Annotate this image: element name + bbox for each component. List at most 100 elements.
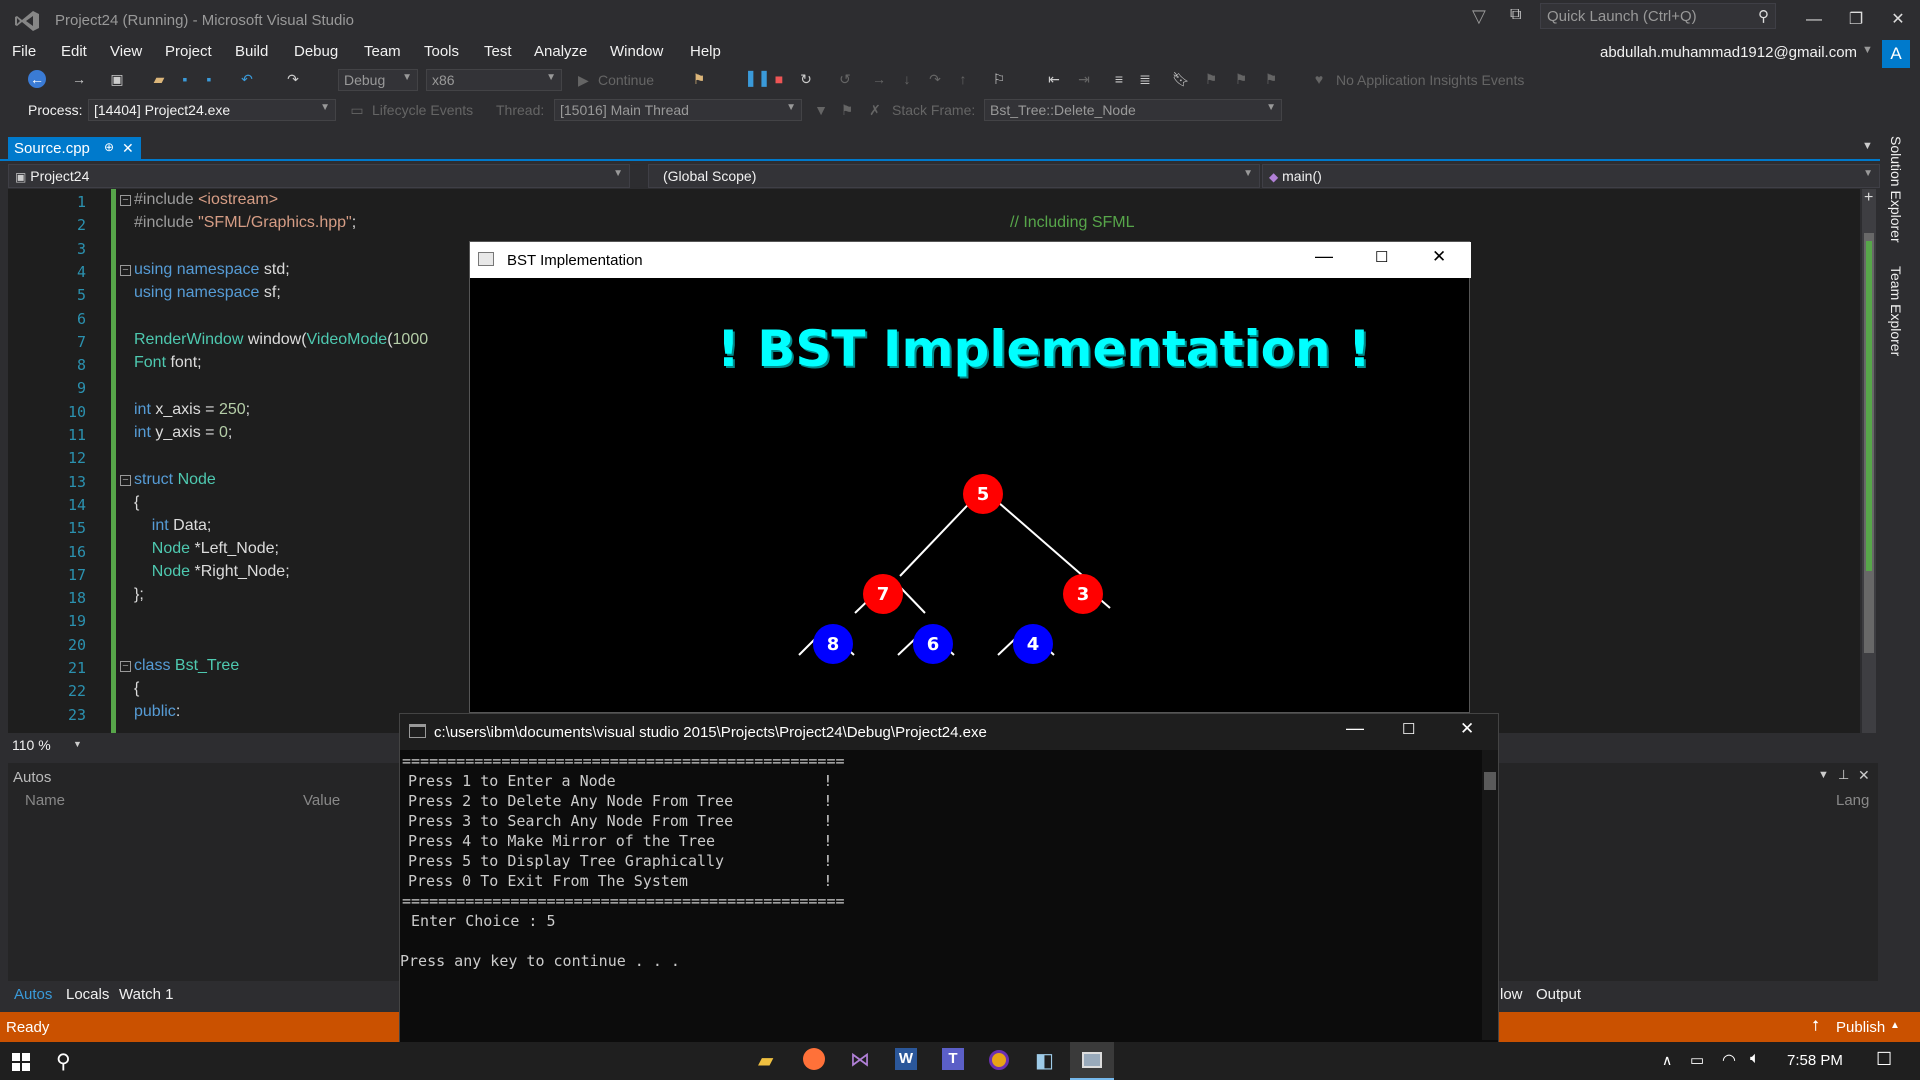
maximize-button[interactable]: ☐: [1402, 720, 1415, 738]
tab-watch[interactable]: Watch 1: [119, 986, 173, 1003]
publish-button[interactable]: Publish: [1836, 1019, 1885, 1036]
app-circle-icon[interactable]: [989, 1050, 1009, 1070]
continue-icon[interactable]: ▶: [578, 72, 589, 89]
stack-frame-select[interactable]: Bst_Tree::Delete_Node ▼: [984, 99, 1282, 121]
bookmark-next-icon[interactable]: ⇥: [1075, 70, 1093, 88]
bookmark-toggle-icon[interactable]: ⚑: [1232, 70, 1250, 88]
undo-icon[interactable]: ↶: [238, 70, 256, 88]
menu-build[interactable]: Build: [235, 43, 268, 60]
platform-select[interactable]: x86 ▼: [426, 69, 562, 91]
filter-threads-icon[interactable]: ▼: [812, 101, 830, 119]
save-all-icon[interactable]: ▪: [200, 70, 218, 88]
tab-autos[interactable]: Autos: [14, 986, 52, 1003]
menu-test[interactable]: Test: [484, 43, 512, 60]
word-icon[interactable]: W: [895, 1048, 917, 1070]
show-flagged-icon[interactable]: ✗: [866, 101, 884, 119]
clock[interactable]: 7:58 PM: [1787, 1052, 1843, 1069]
continue-button[interactable]: Continue: [598, 72, 654, 88]
teams-icon[interactable]: T: [942, 1048, 964, 1070]
sfml-window[interactable]: BST Implementation — ☐ ✕ ! BST Implement…: [469, 241, 1471, 713]
firefox-icon[interactable]: [803, 1048, 825, 1070]
member-select[interactable]: ◆ main() ▼: [1262, 164, 1880, 188]
configuration-select[interactable]: Debug ▼: [338, 69, 418, 91]
close-button[interactable]: ✕: [1880, 6, 1916, 34]
menu-project[interactable]: Project: [165, 43, 212, 60]
collapse-icon[interactable]: −: [120, 195, 131, 206]
hot-path-icon[interactable]: ⚐: [990, 70, 1008, 88]
attach-process-icon[interactable]: ⚑: [690, 70, 708, 88]
publish-chevron-icon[interactable]: ▲: [1890, 1020, 1900, 1031]
feedback-icon[interactable]: ⧉: [1510, 6, 1521, 24]
collapse-icon[interactable]: −: [120, 475, 131, 486]
process-select[interactable]: [14404] Project24.exe ▼: [88, 99, 336, 121]
file-explorer-icon[interactable]: ▰: [758, 1048, 773, 1073]
console-output[interactable]: ========================================…: [400, 750, 1498, 1042]
close-tab-icon[interactable]: ✕: [122, 140, 134, 157]
indent-icon[interactable]: ≡: [1110, 70, 1128, 88]
scroll-thumb[interactable]: [1484, 772, 1496, 790]
team-explorer-tab[interactable]: Team Explorer: [1888, 266, 1904, 356]
collapse-icon[interactable]: −: [120, 661, 131, 672]
new-project-icon[interactable]: ▣: [108, 70, 126, 88]
menu-tools[interactable]: Tools: [424, 43, 459, 60]
bookmark-folder-icon[interactable]: ⚑: [1262, 70, 1280, 88]
refresh-icon[interactable]: ↺: [836, 70, 854, 88]
menu-analyze[interactable]: Analyze: [534, 43, 587, 60]
sfml-canvas[interactable]: ! BST Implementation ! 5 7 3 8 6 4: [470, 278, 1469, 712]
minimize-button[interactable]: —: [1796, 6, 1832, 34]
search-icon[interactable]: ⚲: [56, 1049, 71, 1074]
split-icon[interactable]: +: [1864, 189, 1873, 207]
app-pad-icon[interactable]: ◧: [1035, 1048, 1054, 1073]
step-into-icon[interactable]: ↓: [898, 70, 916, 88]
minimize-button[interactable]: —: [1315, 246, 1333, 267]
account-chevron-icon[interactable]: ▼: [1862, 44, 1873, 56]
forward-icon[interactable]: →: [70, 70, 88, 88]
column-value[interactable]: Value: [303, 792, 340, 809]
menu-edit[interactable]: Edit: [61, 43, 87, 60]
windows-start-icon[interactable]: [12, 1053, 30, 1071]
flag-threads-icon[interactable]: ⚑: [838, 101, 856, 119]
menu-team[interactable]: Team: [364, 43, 401, 60]
column-lang[interactable]: Lang: [1836, 792, 1869, 809]
tray-chevron-icon[interactable]: ∧: [1662, 1052, 1672, 1069]
menu-help[interactable]: Help: [690, 43, 721, 60]
outdent-icon[interactable]: ≣: [1136, 70, 1154, 88]
bookmark-prev-icon[interactable]: ⇤: [1045, 70, 1063, 88]
show-next-statement-icon[interactable]: →: [870, 70, 888, 88]
close-button[interactable]: ✕: [1432, 247, 1446, 267]
minimize-button[interactable]: —: [1346, 718, 1364, 739]
menu-debug[interactable]: Debug: [294, 43, 338, 60]
pin-icon[interactable]: ⊥: [1838, 767, 1849, 783]
zoom-chevron-icon[interactable]: ▼: [73, 739, 82, 749]
bookmark-clear-icon[interactable]: ⚑: [1202, 70, 1220, 88]
open-file-icon[interactable]: ▰: [150, 70, 168, 88]
tab-locals[interactable]: Locals: [66, 986, 109, 1003]
close-button[interactable]: ✕: [1460, 719, 1474, 739]
console-scrollbar[interactable]: [1482, 750, 1498, 1040]
thread-select[interactable]: [15016] Main Thread ▼: [554, 99, 802, 121]
restore-button[interactable]: ❐: [1838, 6, 1874, 34]
maximize-button[interactable]: ☐: [1375, 248, 1388, 266]
account-name[interactable]: abdullah.muhammad1912@gmail.com: [1600, 44, 1857, 61]
stop-debugging-icon[interactable]: ■: [770, 70, 788, 88]
visual-studio-taskbar-icon[interactable]: ⋈: [850, 1047, 870, 1072]
filter-icon[interactable]: ▽: [1472, 6, 1486, 27]
zoom-level[interactable]: 110 %: [12, 737, 51, 753]
lifecycle-events-button[interactable]: Lifecycle Events: [372, 102, 473, 118]
tab-output[interactable]: Output: [1536, 986, 1581, 1003]
save-icon[interactable]: ▪: [176, 70, 194, 88]
tab-source-cpp[interactable]: Source.cpp ⊕ ✕: [8, 137, 141, 161]
menu-window[interactable]: Window: [610, 43, 663, 60]
wifi-icon[interactable]: ◠: [1722, 1050, 1736, 1070]
redo-icon[interactable]: ↷: [284, 70, 302, 88]
tab-list-chevron-icon[interactable]: ▼: [1862, 140, 1873, 152]
restart-icon[interactable]: ↻: [797, 70, 815, 88]
tab-flow[interactable]: low: [1500, 986, 1523, 1003]
avatar[interactable]: A: [1882, 40, 1910, 68]
editor-vertical-scrollbar[interactable]: +: [1862, 189, 1876, 733]
battery-icon[interactable]: ▭: [1690, 1051, 1704, 1069]
back-icon[interactable]: ←: [28, 70, 46, 88]
project-select[interactable]: ▣ Project24 ▼: [8, 164, 630, 188]
application-insights-label[interactable]: No Application Insights Events: [1336, 72, 1524, 88]
collapse-icon[interactable]: −: [120, 265, 131, 276]
